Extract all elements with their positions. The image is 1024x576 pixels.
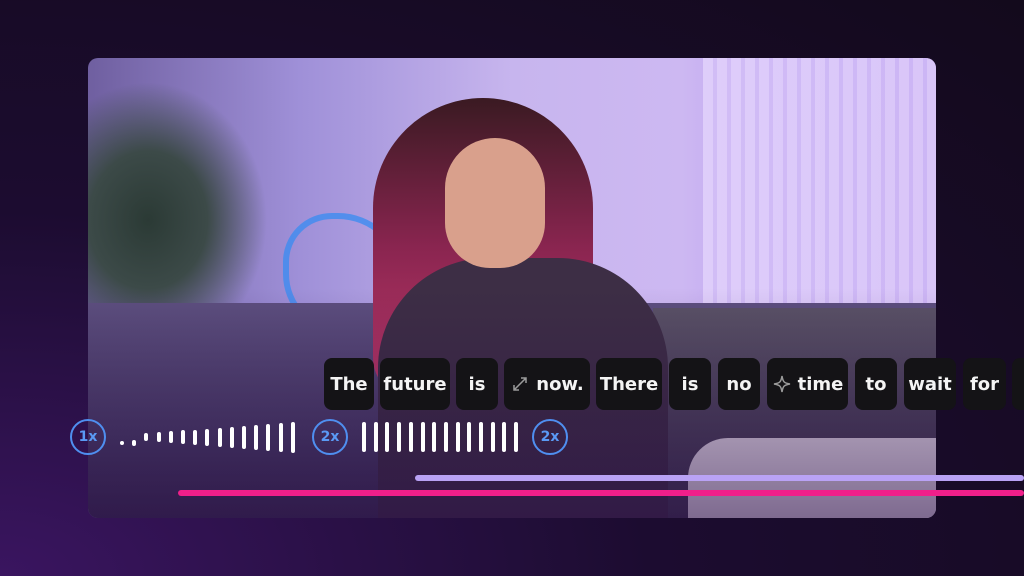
waveform-bar <box>443 422 448 452</box>
word-chip[interactable]: time <box>767 358 848 410</box>
video-shade <box>88 58 936 518</box>
word-text: is <box>681 373 699 395</box>
waveform-bar <box>514 422 519 452</box>
waveform-bar <box>362 422 366 452</box>
waveform-bar <box>420 422 425 452</box>
speed-marker-1x[interactable]: 1x <box>70 419 106 455</box>
waveform-bar <box>266 423 271 451</box>
waveform-bar <box>181 430 185 444</box>
word-chip[interactable]: to <box>855 358 897 410</box>
video-preview[interactable] <box>88 58 936 518</box>
waveform-bar <box>455 422 460 452</box>
waveform-bar <box>502 422 507 452</box>
waveform-bar <box>373 422 378 452</box>
waveform-bar <box>120 441 124 445</box>
word-chip[interactable]: for <box>963 358 1006 410</box>
word-chip[interactable] <box>1012 358 1024 410</box>
word-text: to <box>865 373 887 395</box>
word-chip[interactable]: is <box>456 358 498 410</box>
word-chip[interactable]: future <box>380 358 450 410</box>
timeline-track-pink[interactable] <box>178 490 1024 496</box>
word-text: time <box>797 373 844 395</box>
waveform-bar <box>490 422 495 452</box>
waveform-bar <box>156 432 161 442</box>
waveform-bar <box>408 422 413 452</box>
word-chip[interactable]: There <box>596 358 662 410</box>
speed-marker-2x[interactable]: 2x <box>312 419 348 455</box>
waveform-bar <box>132 440 137 446</box>
waveform-bar <box>278 422 283 452</box>
waveform-bar <box>254 424 259 450</box>
expand-arrows-icon <box>510 374 530 394</box>
waveform-bar <box>217 427 222 447</box>
waveform-bar <box>144 433 149 441</box>
waveform-bar <box>432 422 437 452</box>
waveform-bar <box>467 422 472 452</box>
word-chip[interactable]: now. <box>504 358 590 410</box>
waveform-bar <box>290 421 295 453</box>
word-text: future <box>383 373 447 395</box>
word-chip[interactable]: is <box>669 358 711 410</box>
word-text: is <box>468 373 486 395</box>
speed-marker-2x-second[interactable]: 2x <box>532 419 568 455</box>
word-chip[interactable]: no <box>718 358 760 410</box>
waveform-bar <box>479 422 483 452</box>
word-text: The <box>330 373 368 395</box>
word-text: There <box>599 373 659 395</box>
waveform-bar <box>242 425 246 449</box>
waveform-bar <box>193 429 198 445</box>
waveform-bar <box>229 426 234 448</box>
word-text: no <box>726 373 752 395</box>
waveform-bar <box>168 431 173 443</box>
waveform-bar <box>385 422 390 452</box>
waveform-bar <box>397 422 402 452</box>
timeline-track-lavender[interactable] <box>415 475 1024 481</box>
word-text: for <box>969 373 1000 395</box>
word-text: now. <box>536 373 584 395</box>
word-text: wait <box>908 373 952 395</box>
sparkle-icon <box>772 374 792 394</box>
word-chip[interactable]: The <box>324 358 374 410</box>
waveform-bar <box>205 428 210 446</box>
word-chip[interactable]: wait <box>904 358 956 410</box>
